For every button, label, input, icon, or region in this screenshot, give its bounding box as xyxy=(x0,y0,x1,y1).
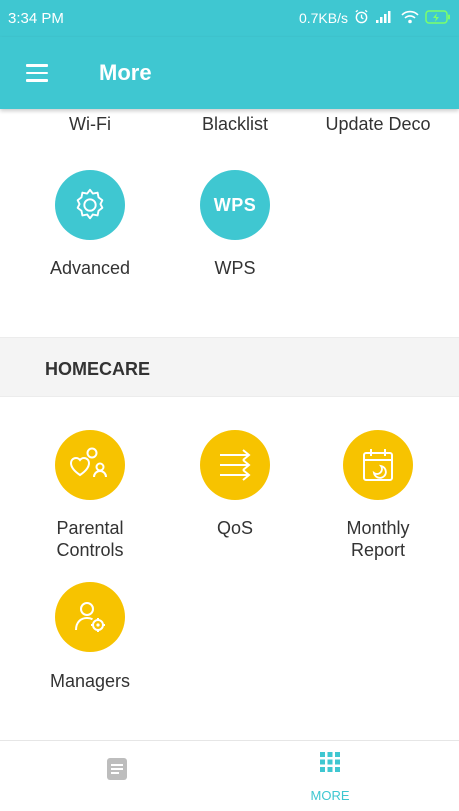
bottom-navigation: MORE xyxy=(0,740,459,811)
qos-arrows-icon xyxy=(200,430,270,500)
qos-button[interactable]: QoS xyxy=(165,430,305,570)
status-indicators: 0.7KB/s xyxy=(299,9,451,27)
parental-controls-label: Parental Controls xyxy=(56,518,124,560)
managers-button[interactable]: Managers xyxy=(20,582,160,697)
wps-icon: WPS xyxy=(200,170,270,240)
gear-icon xyxy=(55,170,125,240)
blacklist-label[interactable]: Blacklist xyxy=(165,113,305,135)
advanced-button[interactable]: Advanced xyxy=(20,170,160,285)
manager-user-gear-icon xyxy=(55,582,125,652)
signal-icon xyxy=(375,10,395,27)
status-bar: 3:34 PM 0.7KB/s xyxy=(0,0,459,37)
parental-controls-button[interactable]: Parental Controls xyxy=(20,430,160,570)
homecare-section-header: HOMECARE xyxy=(0,337,459,397)
page-title: More xyxy=(99,60,152,85)
monthly-report-button[interactable]: Monthly Report xyxy=(308,430,448,570)
parental-controls-icon xyxy=(55,430,125,500)
wps-label: WPS xyxy=(214,258,256,278)
update-deco-label[interactable]: Update Deco xyxy=(308,113,448,135)
wps-icon-text: WPS xyxy=(213,194,257,215)
nav-more[interactable]: MORE xyxy=(290,751,370,809)
status-time: 3:34 PM xyxy=(8,10,64,27)
document-list-icon xyxy=(106,758,128,785)
nav-more-label: MORE xyxy=(310,788,350,803)
nav-overview[interactable] xyxy=(95,757,139,801)
alarm-icon xyxy=(354,9,369,27)
grid-dots-icon xyxy=(319,752,341,777)
qos-label: QoS xyxy=(216,518,254,538)
hamburger-menu-icon[interactable] xyxy=(26,64,48,82)
calendar-report-icon xyxy=(343,430,413,500)
battery-charging-icon xyxy=(425,9,451,27)
managers-label: Managers xyxy=(49,671,131,691)
wifi-label[interactable]: Wi-Fi xyxy=(20,113,160,135)
advanced-label: Advanced xyxy=(49,258,131,278)
app-bar: More xyxy=(0,37,459,109)
wps-button[interactable]: WPS WPS xyxy=(165,170,305,285)
monthly-report-label: Monthly Report xyxy=(346,518,410,560)
network-speed: 0.7KB/s xyxy=(298,10,348,26)
section-title: HOMECARE xyxy=(45,359,151,379)
wifi-icon xyxy=(401,10,419,27)
